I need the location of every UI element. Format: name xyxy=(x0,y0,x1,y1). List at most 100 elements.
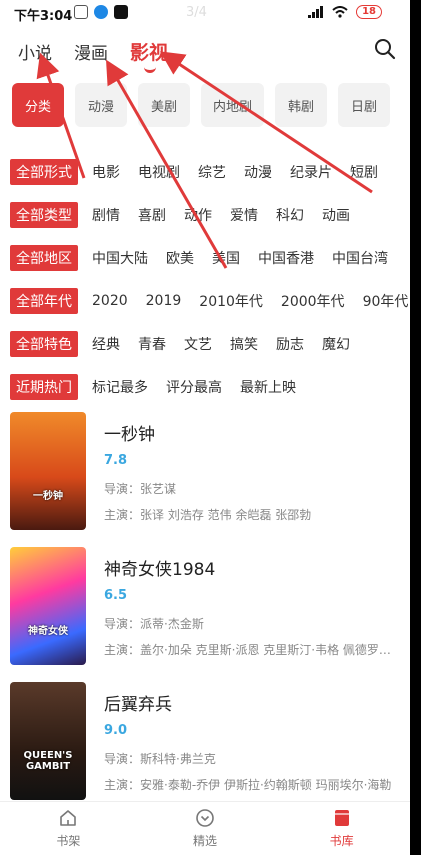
list-item[interactable]: QUEEN'S GAMBIT 后翼弃兵 9.0 导演：斯科特·弗兰克 主演：安雅… xyxy=(10,682,410,817)
filter-row-era: 全部年代 2020 2019 2010年代 2000年代 90年代 xyxy=(10,279,410,322)
movie-score: 6.5 xyxy=(104,588,128,603)
movie-poster[interactable]: 神奇女侠 xyxy=(10,547,86,665)
filter-option[interactable]: 喜剧 xyxy=(138,205,166,225)
filter-option[interactable]: 2020 xyxy=(92,293,128,309)
status-bar: 下午3:04 3/4 18 xyxy=(0,0,410,28)
filter-option[interactable]: 最新上映 xyxy=(240,377,296,397)
filter-option[interactable]: 美国 xyxy=(212,248,240,268)
chip-korean-drama[interactable]: 韩剧 xyxy=(275,83,328,127)
tab-video[interactable]: 影视 xyxy=(130,38,168,73)
movie-title[interactable]: 后翼弃兵 xyxy=(104,690,172,715)
nav-label: 书库 xyxy=(329,834,354,848)
filter-option[interactable]: 魔幻 xyxy=(322,334,350,354)
compass-icon xyxy=(196,809,214,827)
filter-option[interactable]: 中国大陆 xyxy=(92,248,148,268)
list-item[interactable]: 神奇女侠 神奇女侠1984 6.5 导演：派蒂·杰金斯 主演：盖尔·加朵 克里斯… xyxy=(10,547,410,682)
screen-edge xyxy=(410,0,421,855)
category-chips: 分类 动漫 美剧 内地剧 韩剧 日剧 xyxy=(12,83,410,127)
chip-japanese-drama[interactable]: 日剧 xyxy=(338,83,391,127)
movie-cast: 主演：盖尔·加朵 克里斯·派恩 克里斯汀·韦格 佩德罗·帕斯卡 xyxy=(104,643,394,657)
filter-option[interactable]: 动漫 xyxy=(244,162,272,182)
movie-cast: 主演：张译 刘浩存 范伟 余皑磊 张邵勃 xyxy=(104,508,312,522)
filter-option[interactable]: 纪录片 xyxy=(290,162,332,182)
filter-option[interactable]: 剧情 xyxy=(92,205,120,225)
nav-bookshelf[interactable]: 书架 xyxy=(0,802,137,855)
filter-row-trending: 近期热门 标记最多 评分最高 最新上映 xyxy=(10,365,410,408)
search-icon[interactable] xyxy=(373,37,397,61)
movie-title[interactable]: 一秒钟 xyxy=(104,420,155,445)
status-right: 18 xyxy=(308,5,382,19)
qq-icon xyxy=(94,5,108,19)
filter-label[interactable]: 全部形式 xyxy=(10,158,78,185)
filter-option[interactable]: 90年代 xyxy=(363,291,409,311)
book-icon xyxy=(334,810,349,826)
filter-option[interactable]: 科幻 xyxy=(276,205,304,225)
filter-option[interactable]: 标记最多 xyxy=(92,377,148,397)
filter-label[interactable]: 全部地区 xyxy=(10,244,78,271)
poster-title: QUEEN'S GAMBIT xyxy=(23,750,73,772)
status-time: 下午3:04 xyxy=(14,9,73,24)
movie-director: 导演：张艺谋 xyxy=(104,482,177,496)
filter-option[interactable]: 电影 xyxy=(92,162,120,182)
filter-row-feature: 全部特色 经典 青春 文艺 搞笑 励志 魔幻 xyxy=(10,322,410,365)
page-indicator: 3/4 xyxy=(186,5,207,20)
filter-label[interactable]: 全部特色 xyxy=(10,330,78,357)
chip-us-drama[interactable]: 美剧 xyxy=(138,83,190,127)
filter-option[interactable]: 励志 xyxy=(276,334,304,354)
nav-label: 精选 xyxy=(193,834,218,848)
movie-director: 导演：斯科特·弗兰克 xyxy=(104,752,216,766)
movie-score: 7.8 xyxy=(104,453,128,468)
poster-title: 神奇女侠 xyxy=(28,626,68,637)
nav-featured[interactable]: 精选 xyxy=(137,802,274,855)
filter-option[interactable]: 动作 xyxy=(184,205,212,225)
wifi-icon xyxy=(332,6,348,18)
nav-label: 书架 xyxy=(56,834,81,848)
filter-row-region: 全部地区 中国大陆 欧美 美国 中国香港 中国台湾 xyxy=(10,236,410,279)
battery-indicator: 18 xyxy=(356,5,382,19)
filter-option[interactable]: 搞笑 xyxy=(230,334,258,354)
filter-option[interactable]: 综艺 xyxy=(198,162,226,182)
filter-option[interactable]: 评分最高 xyxy=(166,377,222,397)
home-icon xyxy=(60,810,77,826)
chip-mainland-drama[interactable]: 内地剧 xyxy=(201,83,265,127)
poster-title: 一秒钟 xyxy=(33,491,63,502)
filter-label[interactable]: 近期热门 xyxy=(10,373,78,400)
filter-panel: 全部形式 电影 电视剧 综艺 动漫 纪录片 短剧 全部类型 剧情 喜剧 动作 爱… xyxy=(10,150,410,408)
filter-option[interactable]: 爱情 xyxy=(230,205,258,225)
filter-option[interactable]: 文艺 xyxy=(184,334,212,354)
app-screen: 下午3:04 3/4 18 小说 漫画 影视 分类 动漫 美剧 内地剧 韩剧 日… xyxy=(0,0,410,855)
filter-option[interactable]: 短剧 xyxy=(350,162,378,182)
filter-option[interactable]: 中国台湾 xyxy=(332,248,388,268)
nav-library[interactable]: 书库 xyxy=(273,802,410,855)
signal-icon xyxy=(308,6,324,18)
filter-option[interactable]: 2010年代 xyxy=(199,291,263,311)
tab-novel[interactable]: 小说 xyxy=(18,39,52,64)
filter-option[interactable]: 电视剧 xyxy=(138,162,180,182)
movie-score: 9.0 xyxy=(104,723,128,738)
filter-label[interactable]: 全部年代 xyxy=(10,287,78,314)
filter-option[interactable]: 中国香港 xyxy=(258,248,314,268)
filter-option[interactable]: 欧美 xyxy=(166,248,194,268)
movie-poster[interactable]: QUEEN'S GAMBIT xyxy=(10,682,86,800)
bottom-nav: 书架 精选 书库 xyxy=(0,801,410,855)
chip-category[interactable]: 分类 xyxy=(12,83,64,127)
filter-option[interactable]: 2000年代 xyxy=(281,291,345,311)
movie-director: 导演：派蒂·杰金斯 xyxy=(104,617,204,631)
tiktok-icon xyxy=(114,5,128,19)
chip-anime[interactable]: 动漫 xyxy=(75,83,127,127)
filter-option[interactable]: 青春 xyxy=(138,334,166,354)
top-tabs: 小说 漫画 影视 xyxy=(18,38,168,73)
filter-option[interactable]: 2019 xyxy=(146,293,182,309)
filter-row-format: 全部形式 电影 电视剧 综艺 动漫 纪录片 短剧 xyxy=(10,150,410,193)
filter-option[interactable]: 经典 xyxy=(92,334,120,354)
movie-list: 一秒钟 一秒钟 7.8 导演：张艺谋 主演：张译 刘浩存 范伟 余皑磊 张邵勃 … xyxy=(10,412,410,817)
list-item[interactable]: 一秒钟 一秒钟 7.8 导演：张艺谋 主演：张译 刘浩存 范伟 余皑磊 张邵勃 xyxy=(10,412,410,547)
filter-label[interactable]: 全部类型 xyxy=(10,201,78,228)
alarm-icon xyxy=(74,5,88,19)
movie-cast: 主演：安雅·泰勒-乔伊 伊斯拉·约翰斯顿 玛丽埃尔·海勒 xyxy=(104,778,392,792)
filter-option[interactable]: 动画 xyxy=(322,205,350,225)
filter-row-genre: 全部类型 剧情 喜剧 动作 爱情 科幻 动画 xyxy=(10,193,410,236)
tab-comic[interactable]: 漫画 xyxy=(74,39,108,64)
movie-title[interactable]: 神奇女侠1984 xyxy=(104,555,215,580)
movie-poster[interactable]: 一秒钟 xyxy=(10,412,86,530)
